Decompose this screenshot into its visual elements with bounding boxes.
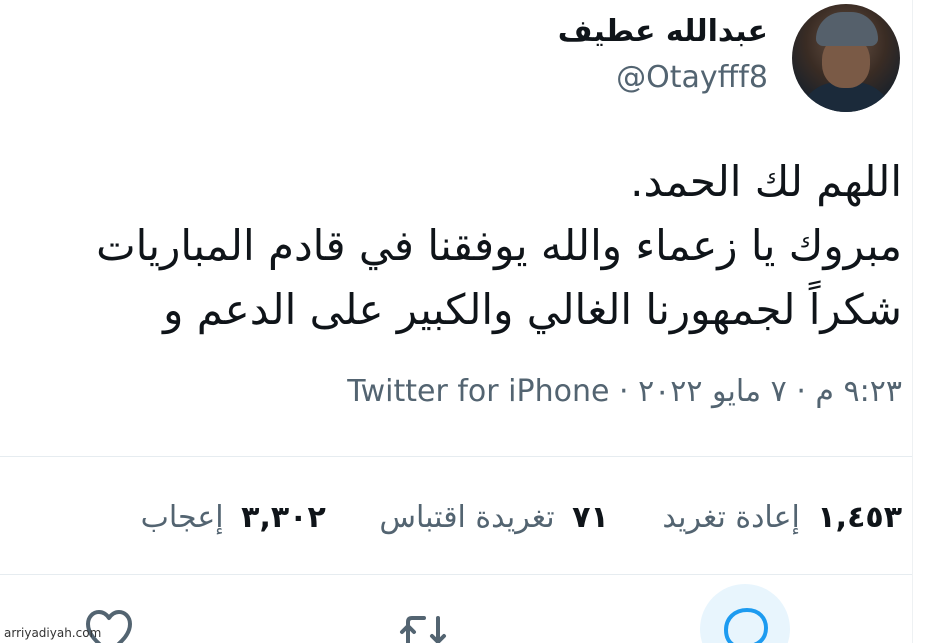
tweet-text: اللهم لك الحمد. مبروك يا زعماء والله يوف… [96, 150, 902, 342]
tweet-time[interactable]: ٩:٢٣ م [815, 374, 902, 409]
tweet-stats: ١,٤٥٣ إعادة تغريد ٧١ تغريدة اقتباس ٣,٣٠٢… [97, 500, 902, 535]
meta-separator: · [796, 374, 806, 409]
retweet-icon [400, 616, 446, 643]
quote-count: ٧١ [572, 500, 609, 535]
tweet-line: شكراً لجمهورنا الغالي والكبير على الدعم … [163, 285, 902, 334]
stat-quotes[interactable]: ٧١ تغريدة اقتباس [379, 500, 608, 535]
tweet-line: مبروك يا زعماء والله يوفقنا في قادم المب… [96, 221, 902, 270]
stat-likes[interactable]: ٣,٣٠٢ إعجاب [141, 500, 326, 535]
watermark: arriyadiyah.com [4, 626, 102, 640]
tweet-meta: ٩:٢٣ م · ٧ مايو ٢٠٢٢ · Twitter for iPhon… [347, 374, 902, 409]
like-label: إعجاب [140, 500, 224, 535]
divider [0, 456, 912, 457]
tweet-line: اللهم لك الحمد. [630, 157, 902, 206]
retweet-count: ١,٤٥٣ [817, 500, 902, 535]
reply-icon [724, 608, 768, 643]
reply-button[interactable] [702, 588, 788, 643]
avatar-cap [816, 12, 878, 46]
stat-retweets[interactable]: ١,٤٥٣ إعادة تغريد [662, 500, 902, 535]
author-handle[interactable]: @Otayfff8 [616, 60, 768, 95]
retweet-label: إعادة تغريد [662, 500, 800, 535]
tweet-date[interactable]: ٧ مايو ٢٠٢٢ [638, 374, 787, 409]
divider [0, 574, 912, 575]
meta-separator: · [618, 374, 629, 409]
column-edge [912, 0, 950, 643]
avatar[interactable] [792, 4, 900, 112]
tweet-source[interactable]: Twitter for iPhone [347, 374, 609, 409]
retweet-button[interactable] [380, 588, 466, 643]
author-display-name[interactable]: عبدالله عطيف [558, 14, 768, 49]
like-count: ٣,٣٠٢ [241, 500, 326, 535]
quote-label: تغريدة اقتباس [379, 500, 555, 535]
